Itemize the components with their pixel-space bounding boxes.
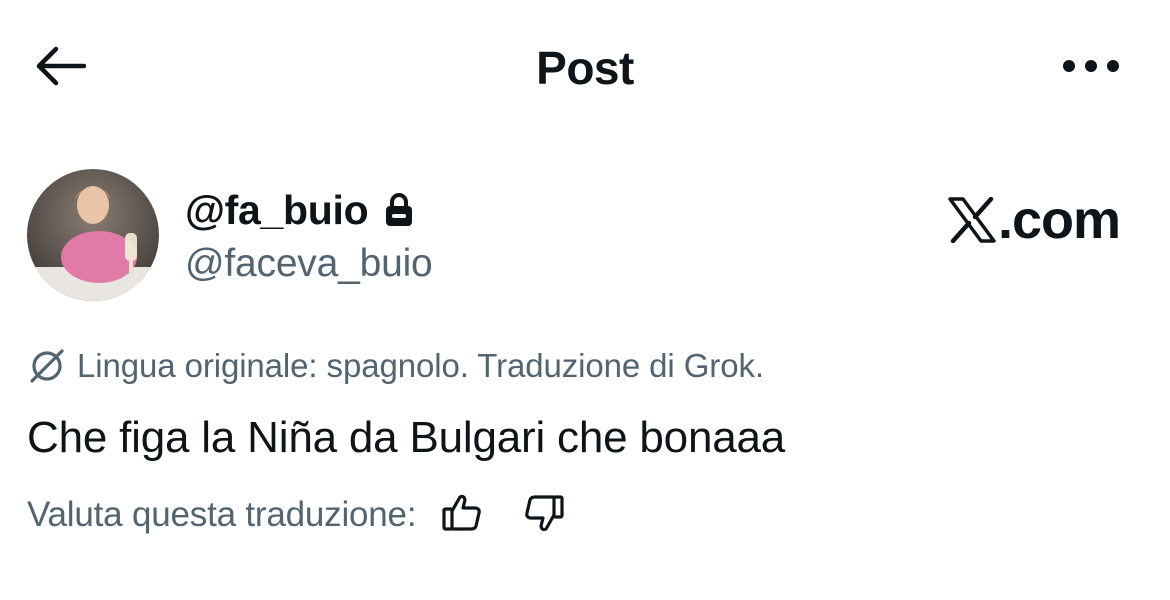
more-options-button[interactable] <box>1056 46 1126 90</box>
x-logo-icon <box>948 197 996 243</box>
thumbs-down-icon <box>523 492 565 539</box>
display-name[interactable]: @fa_buio <box>185 187 369 234</box>
post-text: Che figa la Niña da Bulgari che bonaaa <box>27 413 786 462</box>
more-horizontal-icon <box>1061 59 1121 78</box>
avatar[interactable] <box>27 169 159 301</box>
brand-domain: .com <box>997 190 1121 250</box>
post-page: Post @fa_buio @faceva_buio .com Lingua o… <box>0 0 1170 600</box>
thumbs-up-icon <box>441 492 483 539</box>
translation-notice-text: Lingua originale: spagnolo. Traduzione d… <box>77 347 764 384</box>
thumbs-down-button[interactable] <box>520 491 568 539</box>
display-name-row[interactable]: @fa_buio <box>185 184 414 236</box>
user-handle[interactable]: @faceva_buio <box>185 240 433 288</box>
rating-label: Valuta questa traduzione: <box>27 495 417 534</box>
translate-icon <box>27 346 67 386</box>
translation-notice: Lingua originale: spagnolo. Traduzione d… <box>27 344 764 388</box>
page-title: Post <box>536 42 634 94</box>
lock-icon <box>384 192 414 228</box>
translation-rating: Valuta questa traduzione: <box>27 492 568 538</box>
thumbs-up-button[interactable] <box>438 491 486 539</box>
brand-watermark: .com <box>948 190 1121 250</box>
